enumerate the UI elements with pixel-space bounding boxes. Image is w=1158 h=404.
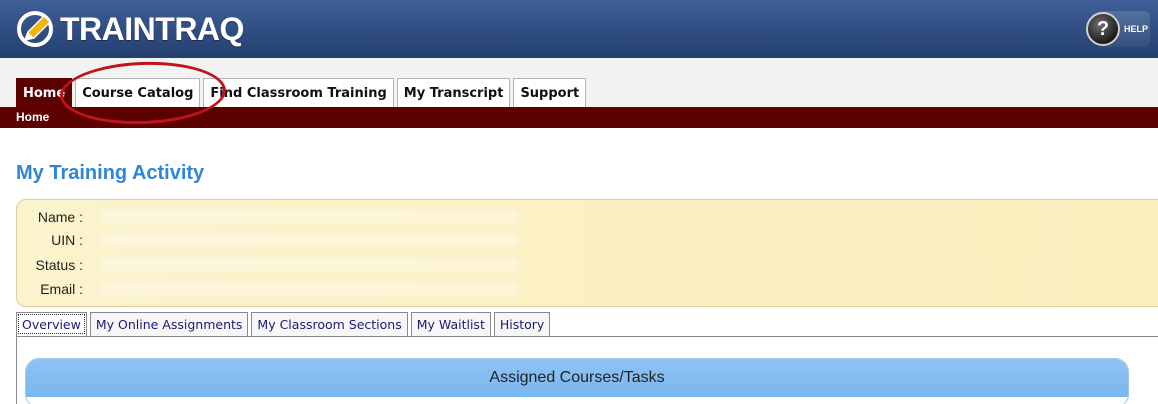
uin-label: UIN : [51, 232, 83, 248]
main-nav-tabs: Home Course Catalog Find Classroom Train… [16, 78, 587, 107]
assigned-courses-panel: Assigned Courses/Tasks [25, 358, 1129, 404]
question-icon: ? [1086, 12, 1120, 46]
breadcrumb-bar: Home [0, 107, 1158, 128]
user-info-panel: Name : UIN : Status : Email : [16, 199, 1158, 307]
status-label: Status : [35, 257, 83, 273]
tab-history[interactable]: History [493, 312, 551, 336]
tab-my-classroom-sections[interactable]: My Classroom Sections [251, 312, 408, 336]
status-value-redacted [99, 258, 519, 272]
tab-my-waitlist[interactable]: My Waitlist [410, 312, 491, 336]
app-header: TRAINTRAQ ? HELP [0, 0, 1158, 58]
email-label: Email : [40, 281, 83, 297]
activity-tabs: Overview My Online Assignments My Classr… [16, 312, 551, 336]
assigned-courses-header: Assigned Courses/Tasks [26, 359, 1128, 397]
tab-home[interactable]: Home [16, 78, 73, 107]
tab-divider [16, 336, 1158, 337]
uin-value-redacted [99, 233, 519, 247]
pencil-globe-icon [16, 10, 56, 48]
app-name: TRAINTRAQ [60, 11, 244, 47]
name-value-redacted [99, 210, 519, 224]
tab-overview[interactable]: Overview [16, 312, 87, 336]
tab-course-catalog[interactable]: Course Catalog [75, 78, 201, 107]
email-value-redacted [99, 282, 519, 296]
name-label: Name : [37, 209, 83, 225]
app-logo[interactable]: TRAINTRAQ [16, 10, 244, 48]
help-label: HELP [1124, 24, 1149, 34]
tab-my-transcript[interactable]: My Transcript [396, 78, 511, 107]
breadcrumb[interactable]: Home [16, 110, 49, 124]
page-title: My Training Activity [16, 162, 205, 184]
tab-find-classroom-training[interactable]: Find Classroom Training [203, 78, 394, 107]
help-button[interactable]: ? HELP [1086, 11, 1150, 47]
content-border [16, 336, 17, 404]
tab-my-online-assignments[interactable]: My Online Assignments [89, 312, 249, 336]
tab-support[interactable]: Support [513, 78, 587, 107]
